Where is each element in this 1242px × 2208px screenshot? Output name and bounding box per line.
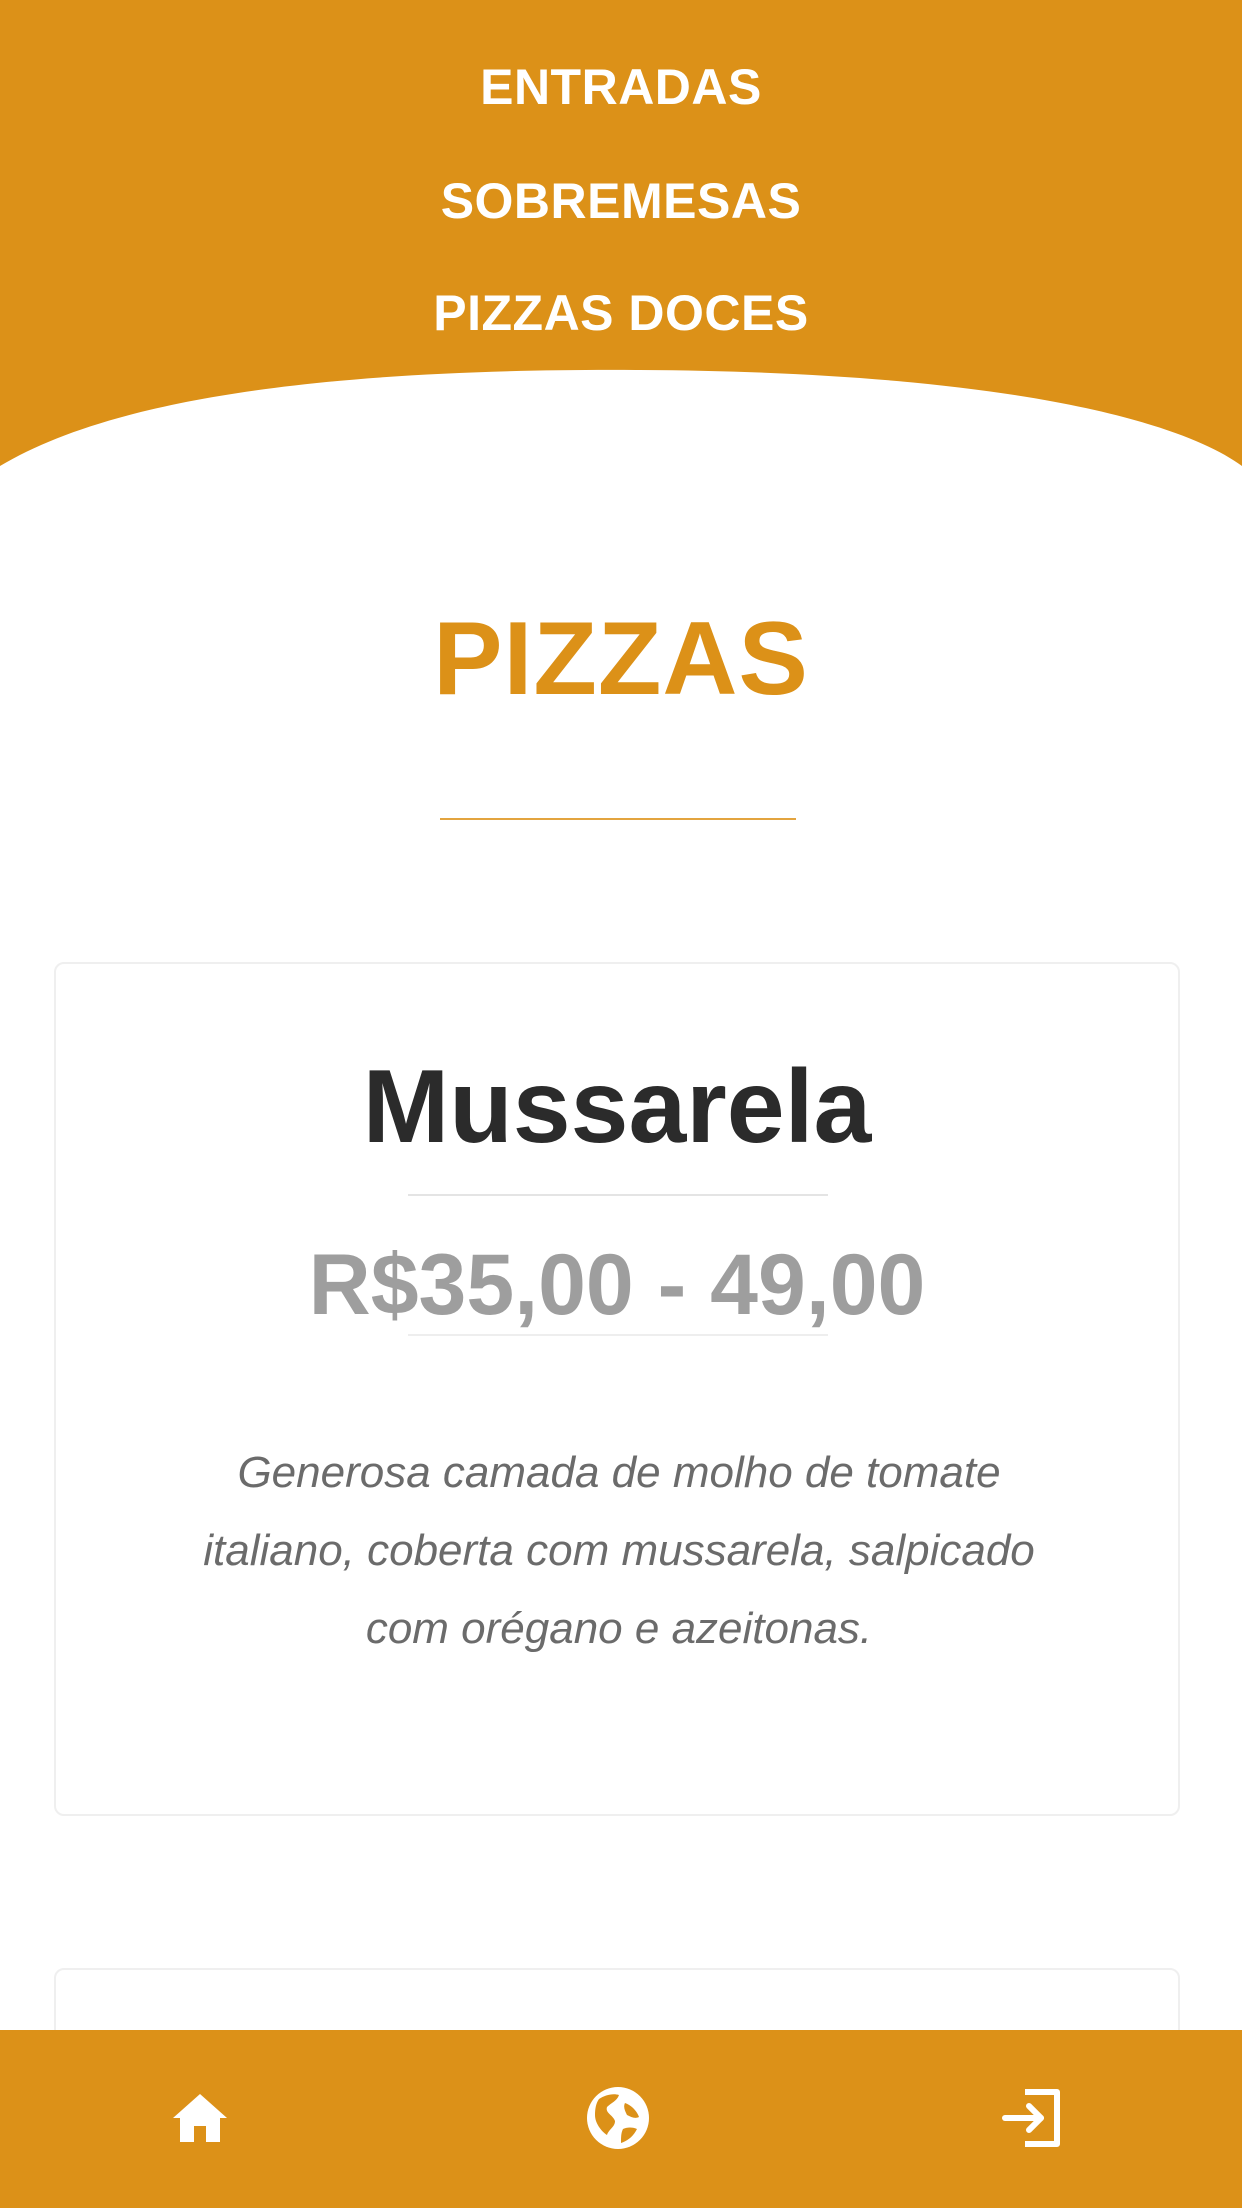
product-name-divider <box>408 1194 828 1196</box>
exit-icon <box>1002 2089 1060 2147</box>
product-description: Generosa camada de molho de tomate itali… <box>203 1448 1035 1653</box>
section-divider <box>440 818 796 820</box>
globe-icon <box>587 2087 649 2149</box>
home-icon <box>173 2094 227 2142</box>
product-card[interactable]: Mussarela R$35,00 - 49,00 Generosa camad… <box>54 962 1180 1816</box>
product-price-divider <box>408 1334 828 1336</box>
nav-item-sobremesas[interactable]: SOBREMESAS <box>0 172 1242 230</box>
globe-button[interactable] <box>582 2082 654 2154</box>
product-name: Mussarela <box>362 1049 872 1165</box>
product-price: R$35,00 - 49,00 <box>308 1237 926 1333</box>
header: ENTRADAS SOBREMESAS PIZZAS DOCES <box>0 0 1242 480</box>
bottom-nav-bar <box>0 2030 1242 2208</box>
nav-item-entradas[interactable]: ENTRADAS <box>0 58 1242 116</box>
home-button[interactable] <box>164 2082 236 2154</box>
exit-button[interactable] <box>996 2082 1068 2154</box>
nav-item-pizzas-doces[interactable]: PIZZAS DOCES <box>0 284 1242 342</box>
page: ENTRADAS SOBREMESAS PIZZAS DOCES PIZZAS … <box>0 0 1242 2208</box>
section-title: PIZZAS <box>433 601 809 717</box>
